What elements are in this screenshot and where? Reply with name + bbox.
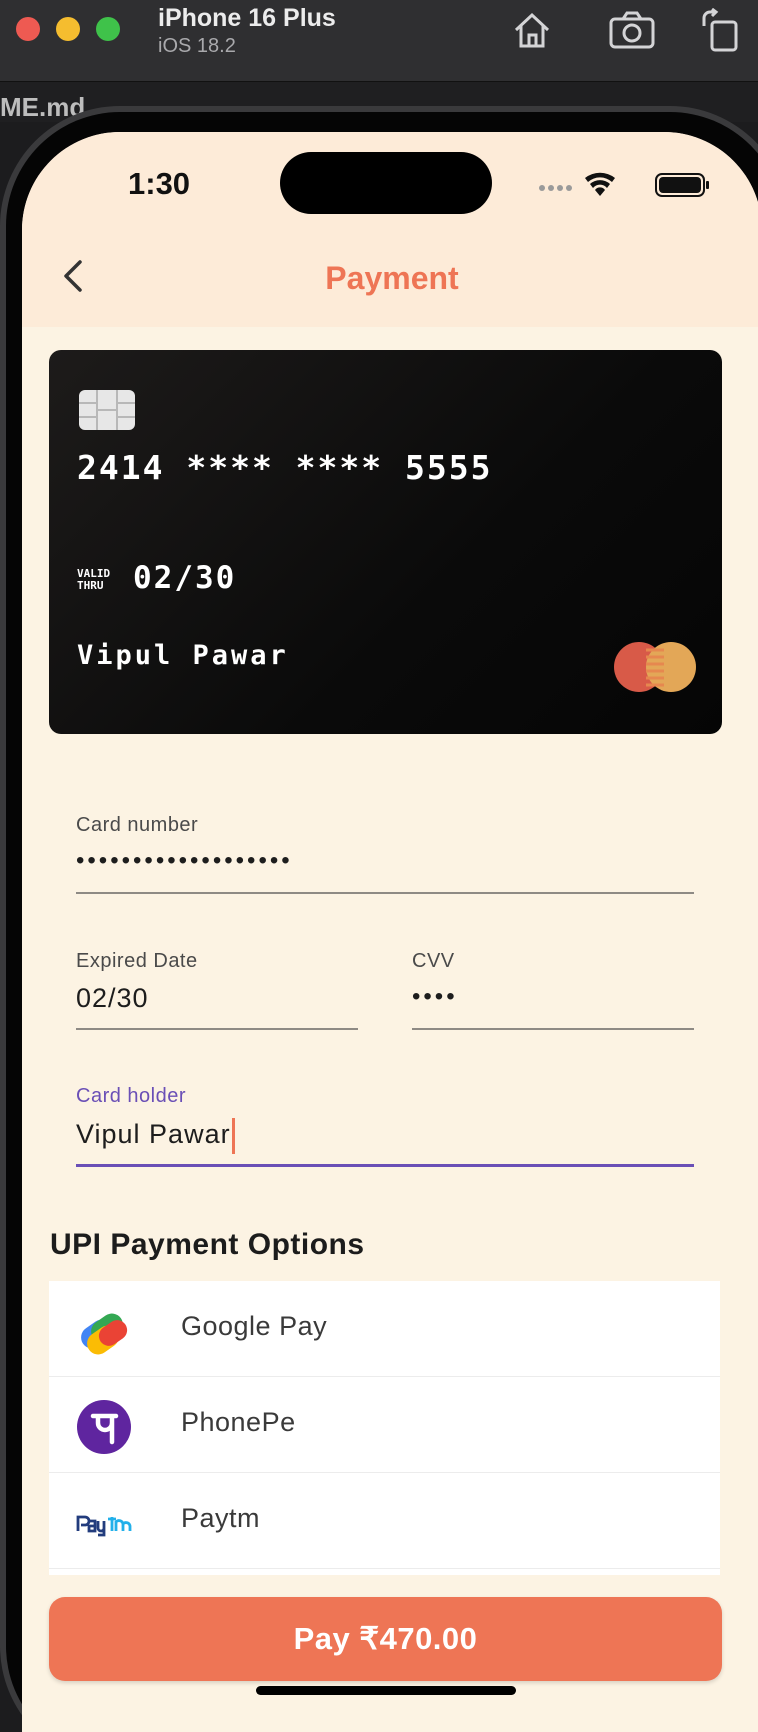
cellular-signal-icon bbox=[539, 185, 572, 191]
upi-option-paytm[interactable]: Paytm bbox=[49, 1473, 720, 1569]
rotate-device-icon[interactable] bbox=[698, 7, 742, 52]
valid-thru-line2: THRU bbox=[77, 579, 104, 592]
home-indicator[interactable] bbox=[256, 1686, 516, 1695]
expired-date-label: Expired Date bbox=[76, 950, 198, 972]
card-number-input[interactable]: ••••••••••••••••••• bbox=[76, 847, 694, 875]
card-chip-icon bbox=[79, 390, 135, 430]
expired-date-input[interactable]: 02/30 bbox=[76, 983, 358, 1014]
simulator-titlebar: iPhone 16 Plus iOS 18.2 bbox=[0, 0, 758, 82]
upi-option-label: PhonePe bbox=[181, 1407, 296, 1437]
text-caret bbox=[231, 1118, 235, 1154]
expired-date-underline bbox=[76, 1028, 358, 1030]
card-holder-label: Card holder bbox=[76, 1085, 187, 1107]
dynamic-island bbox=[280, 152, 492, 214]
wifi-icon bbox=[585, 172, 615, 196]
valid-thru-label: VALID THRU bbox=[77, 568, 110, 592]
home-icon[interactable] bbox=[510, 8, 554, 52]
upi-options-list: Google Pay PhonePe Paytm bbox=[49, 1281, 720, 1575]
card-number-label: Card number bbox=[76, 814, 199, 836]
card-holder-display: Vipul Pawar bbox=[77, 640, 289, 671]
page-title: Payment bbox=[325, 260, 459, 296]
phonepe-icon bbox=[76, 1399, 132, 1455]
card-holder-input[interactable]: Vipul Pawar bbox=[76, 1119, 231, 1149]
card-holder-input-wrap[interactable]: Vipul Pawar bbox=[76, 1118, 694, 1154]
card-number-field[interactable]: Card number ••••••••••••••••••• bbox=[76, 814, 694, 894]
cvv-field[interactable]: CVV •••• bbox=[412, 950, 694, 1030]
upi-option-label: Google Pay bbox=[181, 1311, 328, 1341]
upi-section-title: UPI Payment Options bbox=[50, 1228, 365, 1261]
upi-option-google-pay[interactable]: Google Pay bbox=[49, 1281, 720, 1377]
card-holder-underline bbox=[76, 1164, 694, 1167]
card-holder-field[interactable]: Card holder Vipul Pawar bbox=[76, 1085, 694, 1167]
google-pay-icon bbox=[76, 1303, 132, 1359]
cvv-input[interactable]: •••• bbox=[412, 983, 694, 1011]
simulator-os-version: iOS 18.2 bbox=[158, 35, 236, 57]
simulator-device-name: iPhone 16 Plus bbox=[158, 4, 336, 32]
phone-screen: 1:30 Payment 2414 **** **** 5555 VALID T… bbox=[22, 132, 758, 1732]
credit-card-preview: 2414 **** **** 5555 VALID THRU 02/30 Vip… bbox=[49, 350, 722, 734]
zoom-window-button[interactable] bbox=[96, 17, 120, 41]
status-bar-time: 1:30 bbox=[128, 166, 191, 201]
upi-option-phonepe[interactable]: PhonePe bbox=[49, 1377, 720, 1473]
upi-option-label: Paytm bbox=[181, 1503, 261, 1533]
paytm-icon bbox=[76, 1495, 132, 1551]
pay-button[interactable]: Pay ₹470.00 bbox=[49, 1597, 722, 1681]
mastercard-logo-icon bbox=[613, 640, 697, 694]
expired-date-field[interactable]: Expired Date 02/30 bbox=[76, 950, 358, 1030]
card-number-underline bbox=[76, 892, 694, 894]
card-number-display: 2414 **** **** 5555 bbox=[77, 448, 493, 487]
close-window-button[interactable] bbox=[16, 17, 40, 41]
minimize-window-button[interactable] bbox=[56, 17, 80, 41]
status-bar-icons bbox=[534, 166, 714, 200]
cvv-label: CVV bbox=[412, 950, 455, 972]
screenshot-camera-icon[interactable] bbox=[608, 8, 655, 52]
card-expiry-display: 02/30 bbox=[133, 560, 237, 596]
battery-icon bbox=[655, 173, 709, 197]
cvv-underline bbox=[412, 1028, 694, 1030]
